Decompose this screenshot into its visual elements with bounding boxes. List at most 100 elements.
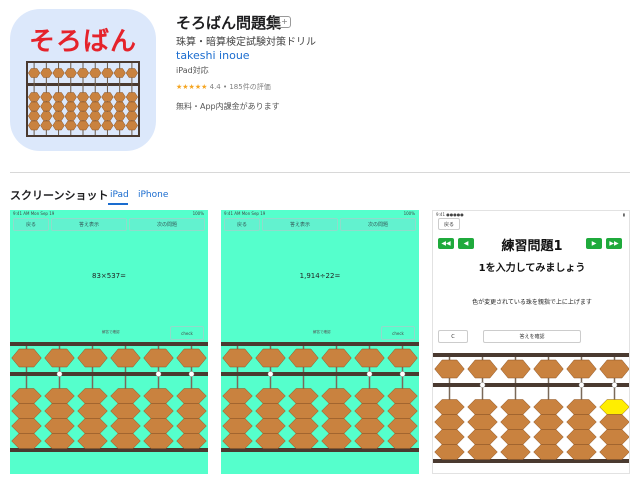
bead[interactable] [467, 399, 498, 415]
bead[interactable] [143, 348, 174, 368]
bead[interactable] [533, 399, 564, 415]
bead[interactable] [143, 403, 174, 419]
bead[interactable] [321, 348, 352, 368]
bead[interactable] [566, 444, 597, 460]
next-problem-button[interactable]: 次の問題 [340, 218, 416, 231]
show-answer-button[interactable]: 答え表示 [51, 218, 127, 231]
abacus[interactable] [433, 353, 630, 463]
bead[interactable] [467, 414, 498, 430]
bead[interactable] [354, 348, 385, 368]
bead[interactable] [566, 414, 597, 430]
abacus[interactable] [221, 342, 419, 452]
bead[interactable] [176, 388, 207, 404]
developer-link[interactable]: takeshi inoue [176, 49, 250, 62]
bead[interactable] [44, 418, 75, 434]
bead[interactable] [321, 418, 352, 434]
bead[interactable] [222, 348, 253, 368]
bead[interactable] [599, 429, 630, 445]
bead[interactable] [176, 403, 207, 419]
bead[interactable] [288, 348, 319, 368]
bead[interactable] [434, 414, 465, 430]
bead[interactable] [500, 414, 531, 430]
answer-check-button[interactable]: check [381, 326, 415, 340]
bead[interactable] [533, 414, 564, 430]
screenshot-1[interactable]: 9:41 AM Mon Sep 19 100% 戻る 答え表示 次の問題 83×… [10, 210, 208, 474]
bead[interactable] [387, 348, 418, 368]
next-problem-button[interactable]: 次の問題 [129, 218, 205, 231]
bead[interactable] [176, 433, 207, 449]
bead[interactable] [599, 414, 630, 430]
bead[interactable] [500, 444, 531, 460]
bead[interactable] [533, 359, 564, 379]
bead[interactable] [387, 433, 418, 449]
bead[interactable] [288, 418, 319, 434]
bead[interactable] [11, 433, 42, 449]
bead[interactable] [321, 403, 352, 419]
bead[interactable] [255, 418, 286, 434]
bead[interactable] [500, 429, 531, 445]
answer-check-button[interactable]: check [170, 326, 204, 340]
bead[interactable] [500, 359, 531, 379]
bead[interactable] [176, 418, 207, 434]
screenshot-3[interactable]: 9:41 ●●●●● ▮ 戻る ◀◀ ◀ ▶ ▶▶ 練習問題1 1を入力してみま… [432, 210, 630, 474]
bead[interactable] [500, 399, 531, 415]
bead[interactable] [143, 418, 174, 434]
bead[interactable] [222, 403, 253, 419]
tab-iphone[interactable]: iPhone [138, 190, 168, 200]
bead[interactable] [354, 403, 385, 419]
bead[interactable] [222, 418, 253, 434]
bead[interactable] [467, 359, 498, 379]
bead[interactable] [467, 444, 498, 460]
bead[interactable] [110, 403, 141, 419]
bead[interactable] [44, 348, 75, 368]
bead[interactable] [434, 399, 465, 415]
back-button[interactable]: 戻る [438, 218, 460, 230]
tab-ipad[interactable]: iPad [110, 190, 129, 200]
bead[interactable] [467, 429, 498, 445]
screenshot-2[interactable]: 9:41 AM Mon Sep 19 100% 戻る 答え表示 次の問題 1,9… [221, 210, 419, 474]
bead[interactable] [143, 388, 174, 404]
bead[interactable] [110, 433, 141, 449]
bead[interactable] [566, 359, 597, 379]
bead[interactable] [11, 348, 42, 368]
bead[interactable] [255, 433, 286, 449]
bead[interactable] [533, 429, 564, 445]
bead[interactable] [599, 444, 630, 460]
bead[interactable] [599, 399, 630, 415]
bead[interactable] [387, 418, 418, 434]
bead[interactable] [110, 348, 141, 368]
bead[interactable] [11, 418, 42, 434]
bead[interactable] [354, 388, 385, 404]
bead[interactable] [566, 399, 597, 415]
clear-button[interactable]: C [438, 330, 468, 343]
check-answer-button[interactable]: 答えを確認 [483, 330, 581, 343]
bead[interactable] [255, 388, 286, 404]
bead[interactable] [599, 359, 630, 379]
bead[interactable] [77, 433, 108, 449]
bead[interactable] [288, 433, 319, 449]
bead[interactable] [176, 348, 207, 368]
bead[interactable] [434, 359, 465, 379]
bead[interactable] [77, 418, 108, 434]
show-answer-button[interactable]: 答え表示 [262, 218, 338, 231]
bead[interactable] [354, 418, 385, 434]
bead[interactable] [434, 429, 465, 445]
bead[interactable] [110, 388, 141, 404]
bead[interactable] [255, 348, 286, 368]
bead[interactable] [77, 403, 108, 419]
back-button[interactable]: 戻る [13, 218, 49, 231]
abacus[interactable] [10, 342, 208, 452]
bead[interactable] [222, 388, 253, 404]
back-button[interactable]: 戻る [224, 218, 260, 231]
bead[interactable] [288, 388, 319, 404]
bead[interactable] [77, 388, 108, 404]
bead[interactable] [44, 388, 75, 404]
bead[interactable] [288, 403, 319, 419]
bead[interactable] [44, 433, 75, 449]
bead[interactable] [321, 388, 352, 404]
bead[interactable] [387, 403, 418, 419]
bead[interactable] [44, 403, 75, 419]
bead[interactable] [321, 433, 352, 449]
bead[interactable] [387, 388, 418, 404]
bead[interactable] [434, 444, 465, 460]
